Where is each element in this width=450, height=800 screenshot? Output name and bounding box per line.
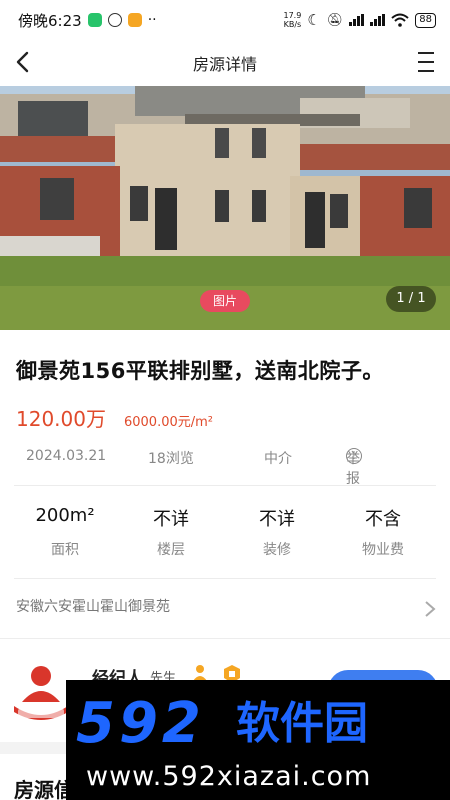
price-row: 120.00万 6000.00元/m² — [16, 403, 213, 432]
attr-decoration: 不详 装修 — [259, 509, 295, 558]
chat-app-icon — [107, 13, 122, 27]
address-text: 安徽六安霍山霍山御景苑 — [16, 599, 170, 615]
attribute-grid: 200m² 面积 不详 楼层 不详 装修 不含 物业费 — [0, 505, 450, 559]
mute-icon: 🔕︎ — [326, 12, 344, 28]
menu-icon[interactable] — [418, 52, 434, 72]
unit-price: 6000.00元/m² — [123, 415, 213, 430]
phone-app-icon — [87, 13, 102, 27]
publish-date: 2024.03.21 — [26, 448, 107, 464]
page-title: 房源详情 — [192, 55, 257, 74]
status-bar: 傍晚6:23 ·· 17.9 KB/s ☾ 🔕︎ 88 — [0, 0, 450, 40]
moon-icon: ☾ — [307, 11, 321, 29]
divider — [14, 485, 436, 486]
view-count: 18浏览 — [148, 451, 194, 467]
watermark-url: www.592xiazai.com — [86, 761, 372, 792]
divider — [14, 578, 436, 579]
watermark-name: 软件园 — [236, 698, 368, 749]
signal-icon — [349, 14, 365, 26]
status-time: 傍晚6:23 — [18, 11, 82, 30]
wifi-icon — [391, 13, 409, 27]
signal-hd-icon — [370, 14, 386, 26]
nav-bar: 房源详情 — [0, 40, 450, 86]
attr-property-fee: 不含 物业费 — [362, 509, 404, 558]
section-title: 房源信 — [14, 778, 74, 800]
divider — [0, 638, 450, 639]
status-right: 17.9 KB/s ☾ 🔕︎ 88 — [283, 11, 436, 29]
notes-app-icon — [127, 13, 142, 27]
attr-floor: 不详 楼层 — [153, 509, 189, 558]
status-left: 傍晚6:23 ·· — [18, 10, 157, 31]
listing-title: 御景苑156平联排别墅，送南北院子。 — [16, 359, 384, 383]
listing-photo[interactable]: 图片 1 / 1 — [0, 86, 450, 330]
watermark-logo: 592 — [76, 691, 205, 756]
watermark-overlay: 592 软件园 www.592xiazai.com — [66, 680, 450, 800]
more-notifications-icon: ·· — [147, 12, 157, 28]
attr-area: 200m² 面积 — [35, 505, 95, 558]
address-row[interactable]: 安徽六安霍山霍山御景苑 — [16, 596, 438, 622]
back-arrow-icon[interactable] — [12, 50, 36, 74]
photo-tag-badge[interactable]: 图片 — [200, 290, 250, 312]
meta-row: 2024.03.21 18浏览 中介 ! 举报 — [26, 448, 362, 487]
source-type: 中介 — [264, 451, 292, 467]
net-speed: 17.9 KB/s — [283, 11, 302, 29]
agent-avatar[interactable] — [12, 662, 70, 722]
battery-indicator: 88 — [415, 12, 436, 28]
total-price: 120.00万 — [16, 407, 106, 431]
photo-counter: 1 / 1 — [386, 286, 436, 312]
chevron-right-icon — [425, 601, 436, 617]
